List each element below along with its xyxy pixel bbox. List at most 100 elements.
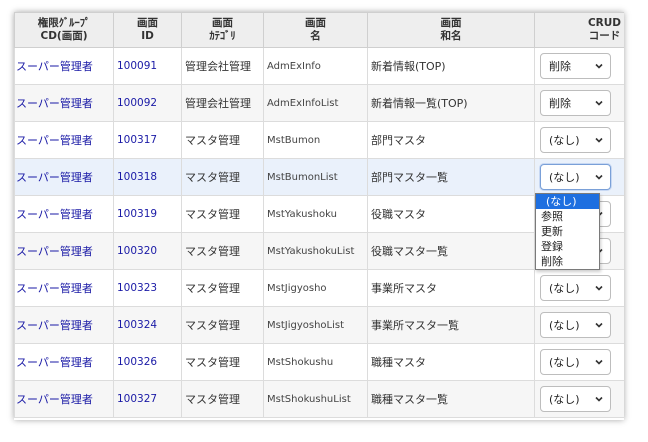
screen-category-cell: マスタ管理	[181, 269, 264, 307]
screen-id-link[interactable]: 100326	[117, 356, 157, 368]
screen-id-link[interactable]: 100091	[117, 60, 157, 72]
crud-select-value: 削除	[549, 60, 571, 73]
screen-jp-name-cell: 事業所マスタ一覧	[367, 306, 535, 344]
crud-select-value: (なし)	[549, 282, 580, 295]
crud-select-value: (なし)	[549, 356, 580, 369]
screen-id-link[interactable]: 100092	[117, 97, 157, 109]
screen-id-link[interactable]: 100320	[117, 245, 157, 257]
screen-id-link[interactable]: 100324	[117, 319, 157, 331]
screen-id-cell: 100091	[113, 47, 182, 85]
group-link[interactable]: スーパー管理者	[16, 60, 93, 73]
table-row: スーパー管理者 100318 マスタ管理 MstBumonList 部門マスタ一…	[14, 158, 624, 196]
header-screen-jp-name: 画面 和名	[367, 12, 535, 48]
screen-id-cell: 100320	[113, 232, 182, 270]
screen-name-cell: MstYakushoku	[263, 195, 368, 233]
crud-cell: (なし)	[534, 306, 624, 344]
crud-cell: (なし)	[534, 121, 624, 159]
header-screen-category: 画面 ｶﾃｺﾞﾘ	[181, 12, 264, 48]
group-link[interactable]: スーパー管理者	[16, 134, 93, 147]
chevron-down-icon	[595, 174, 603, 180]
header-line1: 画面	[440, 17, 462, 29]
header-line2: ｶﾃｺﾞﾘ	[209, 30, 236, 42]
crud-select-value: (なし)	[549, 134, 580, 147]
screen-name-cell: MstBumonList	[263, 158, 368, 196]
chevron-down-icon	[595, 359, 603, 365]
table-row: スーパー管理者 100326 マスタ管理 MstShokushu 職種マスタ (…	[14, 343, 624, 381]
screen-id-cell: 100327	[113, 380, 182, 418]
group-link[interactable]: スーパー管理者	[16, 356, 93, 369]
chevron-down-icon	[595, 63, 603, 69]
crud-dropdown-list[interactable]: (なし) 参照 更新 登録 削除	[535, 193, 600, 270]
crud-select[interactable]: (なし)	[540, 164, 611, 190]
group-cell: スーパー管理者	[14, 232, 114, 270]
crud-select-value: (なし)	[549, 393, 580, 406]
group-cell: スーパー管理者	[14, 158, 114, 196]
crud-cell: (なし)	[534, 269, 624, 307]
screen-name-cell: MstJigyoshoList	[263, 306, 368, 344]
screen-id-cell: 100092	[113, 84, 182, 122]
screen-category-cell: マスタ管理	[181, 158, 264, 196]
group-cell: スーパー管理者	[14, 380, 114, 418]
permission-table: 権限ｸﾞﾙｰﾌﾟ CD(画面) 画面 ID 画面 ｶﾃｺﾞﾘ 画面名 画面 和名 CRU…	[14, 12, 624, 418]
chevron-down-icon	[595, 137, 603, 143]
group-cell: スーパー管理者	[14, 306, 114, 344]
crud-select[interactable]: 削除	[540, 53, 611, 79]
screen-name-cell: MstShokushu	[263, 343, 368, 381]
group-link[interactable]: スーパー管理者	[16, 245, 93, 258]
screen-id-cell: 100324	[113, 306, 182, 344]
screen-jp-name-cell: 役職マスタ	[367, 195, 535, 233]
crud-select[interactable]: (なし)	[540, 127, 611, 153]
crud-select-value: (なし)	[549, 171, 580, 184]
screen-id-link[interactable]: 100327	[117, 393, 157, 405]
crud-option[interactable]: (なし)	[536, 194, 599, 209]
crud-select[interactable]: (なし)	[540, 312, 611, 338]
screen-category-cell: マスタ管理	[181, 306, 264, 344]
crud-cell: 削除	[534, 84, 624, 122]
screen-id-link[interactable]: 100319	[117, 208, 157, 220]
crud-option[interactable]: 更新	[536, 224, 599, 239]
header-line2: 和名	[440, 30, 462, 42]
crud-select[interactable]: 削除	[540, 90, 611, 116]
group-link[interactable]: スーパー管理者	[16, 282, 93, 295]
crud-select[interactable]: (なし)	[540, 275, 611, 301]
table-body: スーパー管理者 100091 管理会社管理 AdmExInfo 新着情報(TOP…	[14, 47, 624, 418]
header-crud-code: CRUD コード	[534, 12, 624, 48]
screen-category-cell: マスタ管理	[181, 121, 264, 159]
screen-id-cell: 100319	[113, 195, 182, 233]
header-screen-name: 画面名	[263, 12, 368, 48]
screen-name-cell: MstShokushuList	[263, 380, 368, 418]
screen-jp-name-cell: 職種マスタ	[367, 343, 535, 381]
group-link[interactable]: スーパー管理者	[16, 319, 93, 332]
screen-name-cell: AdmExInfoList	[263, 84, 368, 122]
crud-select-value: (なし)	[549, 319, 580, 332]
table-row: スーパー管理者 100320 マスタ管理 MstYakushokuList 役職…	[14, 232, 624, 270]
group-link[interactable]: スーパー管理者	[16, 97, 93, 110]
screen-name-cell: MstBumon	[263, 121, 368, 159]
group-cell: スーパー管理者	[14, 121, 114, 159]
header-group-cd: 権限ｸﾞﾙｰﾌﾟ CD(画面)	[14, 12, 114, 48]
crud-option[interactable]: 登録	[536, 239, 599, 254]
header-line1: 権限ｸﾞﾙｰﾌﾟ	[37, 17, 91, 29]
screen-id-link[interactable]: 100318	[117, 171, 157, 183]
table-row: スーパー管理者 100317 マスタ管理 MstBumon 部門マスタ (なし)	[14, 121, 624, 159]
group-link[interactable]: スーパー管理者	[16, 393, 93, 406]
group-link[interactable]: スーパー管理者	[16, 171, 93, 184]
screen-category-cell: マスタ管理	[181, 195, 264, 233]
crud-select[interactable]: (なし)	[540, 349, 611, 375]
screen-id-link[interactable]: 100317	[117, 134, 157, 146]
screen-name-cell: AdmExInfo	[263, 47, 368, 85]
group-cell: スーパー管理者	[14, 343, 114, 381]
crud-option[interactable]: 参照	[536, 209, 599, 224]
crud-option[interactable]: 削除	[536, 254, 599, 269]
screen-id-link[interactable]: 100323	[117, 282, 157, 294]
crud-select-value: 削除	[549, 97, 571, 110]
screen-id-cell: 100317	[113, 121, 182, 159]
header-screen-id: 画面 ID	[113, 12, 182, 48]
table-row: スーパー管理者 100319 マスタ管理 MstYakushoku 役職マスタ …	[14, 195, 624, 233]
crud-select[interactable]: (なし)	[540, 386, 611, 412]
group-link[interactable]: スーパー管理者	[16, 208, 93, 221]
table-row: スーパー管理者 100091 管理会社管理 AdmExInfo 新着情報(TOP…	[14, 47, 624, 85]
group-cell: スーパー管理者	[14, 195, 114, 233]
chevron-down-icon	[595, 100, 603, 106]
permission-table-panel: 権限ｸﾞﾙｰﾌﾟ CD(画面) 画面 ID 画面 ｶﾃｺﾞﾘ 画面名 画面 和名 CRU…	[14, 12, 624, 420]
